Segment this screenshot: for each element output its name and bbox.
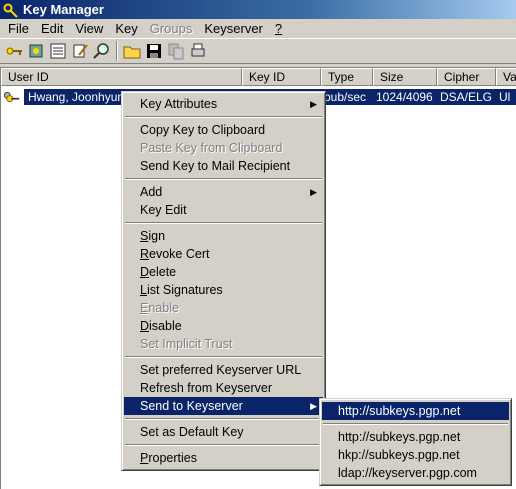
- menu-item-delete[interactable]: Delete: [124, 263, 323, 281]
- menu-item-label: Paste Key from Clipboard: [140, 141, 283, 155]
- menu-item-label: Delete: [140, 265, 177, 279]
- menu-item-label: Add: [140, 185, 163, 199]
- menu-item-label: Properties: [140, 451, 197, 465]
- menu-item-label: List Signatures: [140, 283, 223, 297]
- context-menu: Key Attributes ▶ Copy Key to Clipboard Past…: [121, 91, 326, 471]
- menu-item-label: Sign: [140, 229, 166, 243]
- menu-file[interactable]: File: [2, 21, 35, 36]
- menu-item-revoke-cert[interactable]: Revoke Cert: [124, 245, 323, 263]
- menu-item-sign[interactable]: Sign: [124, 227, 323, 245]
- menu-item-label: Revoke Cert: [140, 247, 210, 261]
- menu-separator: [125, 356, 322, 358]
- menu-item-enable[interactable]: Enable: [124, 299, 323, 317]
- menu-item-set-implicit-trust[interactable]: Set Implicit Trust: [124, 335, 323, 353]
- menu-separator: [125, 222, 322, 224]
- menu-item-set-preferred-keyserver-url[interactable]: Set preferred Keyserver URL: [124, 361, 323, 379]
- menu-item-set-as-default-key[interactable]: Set as Default Key: [124, 423, 323, 441]
- menu-view[interactable]: View: [69, 21, 109, 36]
- menu-separator: [323, 423, 508, 425]
- key-list-icon[interactable]: [47, 40, 69, 62]
- keyserver-submenu: http://subkeys.pgp.net http://subkeys.pgp…: [319, 398, 512, 486]
- keyserver-item-http-subkeys-pgp-net[interactable]: http://subkeys.pgp.net: [322, 402, 509, 420]
- menu-item-label: Set preferred Keyserver URL: [140, 363, 302, 377]
- menu-key[interactable]: Key: [109, 21, 143, 36]
- menu-item-disable[interactable]: Disable: [124, 317, 323, 335]
- menu-item-label: Key Edit: [140, 203, 187, 217]
- title-bar[interactable]: Key Manager: [0, 0, 516, 19]
- key-edit-icon[interactable]: [69, 40, 91, 62]
- menu-item-label: Key Attributes: [140, 97, 218, 111]
- menu-item-key-attributes[interactable]: Key Attributes ▶: [124, 95, 323, 113]
- cell-validity: Ul: [499, 89, 511, 104]
- menu-item-send-key-to-mail-recipient[interactable]: Send Key to Mail Recipient: [124, 157, 323, 175]
- copy-disabled-icon[interactable]: [165, 40, 187, 62]
- column-header: User ID Key ID Type Size Cipher Va: [1, 68, 516, 86]
- column-key-id[interactable]: Key ID: [242, 68, 321, 86]
- menu-item-label: Copy Key to Clipboard: [140, 123, 266, 137]
- menu-item-label: http://subkeys.pgp.net: [338, 404, 461, 418]
- cell-cipher: DSA/ELG: [440, 89, 493, 104]
- menu-item-send-to-keyserver[interactable]: Send to Keyserver ▶: [124, 397, 323, 415]
- menu-item-label: Set Implicit Trust: [140, 337, 233, 351]
- submenu-arrow-icon: ▶: [310, 99, 317, 109]
- menu-item-list-signatures[interactable]: List Signatures: [124, 281, 323, 299]
- cell-type: pub/sec: [324, 89, 367, 104]
- menu-edit[interactable]: Edit: [35, 21, 69, 36]
- menu-item-copy-key-to-clipboard[interactable]: Copy Key to Clipboard: [124, 121, 323, 139]
- menu-item-label: hkp://subkeys.pgp.net: [338, 448, 460, 462]
- menu-groups[interactable]: Groups: [144, 21, 199, 36]
- key-new-icon[interactable]: [3, 40, 25, 62]
- menu-item-add[interactable]: Add ▶: [124, 183, 323, 201]
- key-search-icon[interactable]: [91, 40, 113, 62]
- keyserver-item-http-subkeys-pgp-net[interactable]: http://subkeys.pgp.net: [322, 428, 509, 446]
- toolbar: [0, 38, 516, 64]
- menu-item-properties[interactable]: Properties: [124, 449, 323, 467]
- menu-item-label: Send to Keyserver: [140, 399, 243, 413]
- menu-bar: File Edit View Key Groups Keyserver?: [0, 19, 516, 38]
- menu-item-key-edit[interactable]: Key Edit: [124, 201, 323, 219]
- column-type[interactable]: Type: [321, 68, 373, 86]
- menu-item-label: Set as Default Key: [140, 425, 244, 439]
- menu-item-paste-key-from-clipboard[interactable]: Paste Key from Clipboard: [124, 139, 323, 157]
- menu-item-label: ldap://keyserver.pgp.com: [338, 466, 477, 480]
- menu-separator: [125, 116, 322, 118]
- menu-keyserver[interactable]: Keyserver: [198, 21, 269, 36]
- submenu-arrow-icon: ▶: [310, 401, 317, 411]
- column-cipher[interactable]: Cipher: [437, 68, 496, 86]
- print-icon[interactable]: [187, 40, 209, 62]
- column-validity[interactable]: Va: [496, 68, 516, 86]
- column-size[interactable]: Size: [373, 68, 437, 86]
- menu-separator: [125, 178, 322, 180]
- menu-item-label: Enable: [140, 301, 179, 315]
- menu-separator: [125, 444, 322, 446]
- menu-item-label: Send Key to Mail Recipient: [140, 159, 291, 173]
- menu-item-refresh-from-keyserver[interactable]: Refresh from Keyserver: [124, 379, 323, 397]
- key-properties-icon[interactable]: [25, 40, 47, 62]
- cell-size: 1024/4096: [376, 89, 433, 104]
- menu-separator: [125, 418, 322, 420]
- window-title: Key Manager: [23, 2, 104, 17]
- menu-help[interactable]: ?: [269, 21, 288, 36]
- toolbar-separator: [116, 41, 118, 61]
- keyserver-item-hkp-subkeys-pgp-net[interactable]: hkp://subkeys.pgp.net: [322, 446, 509, 464]
- folder-open-icon[interactable]: [121, 40, 143, 62]
- save-icon[interactable]: [143, 40, 165, 62]
- column-user-id[interactable]: User ID: [1, 68, 242, 86]
- menu-item-label: Refresh from Keyserver: [140, 381, 272, 395]
- menu-item-label: http://subkeys.pgp.net: [338, 430, 461, 444]
- keypair-icon: [3, 91, 20, 102]
- menu-item-label: Disable: [140, 319, 182, 333]
- key-manager-app-icon: [3, 3, 18, 18]
- submenu-arrow-icon: ▶: [310, 187, 317, 197]
- keyserver-item-ldap-keyserver-pgp-com[interactable]: ldap://keyserver.pgp.com: [322, 464, 509, 482]
